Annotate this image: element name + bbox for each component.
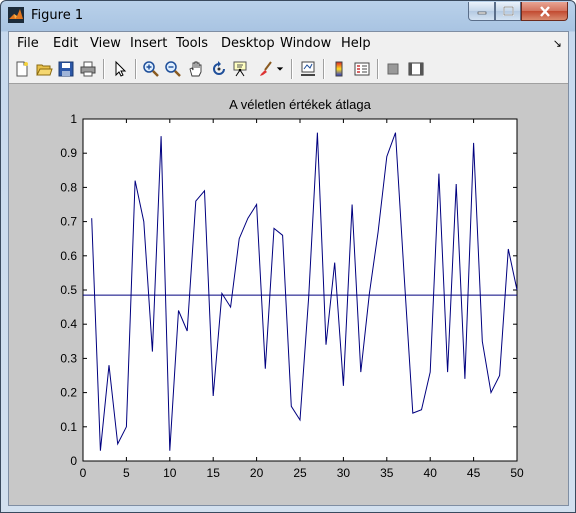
- y-tick-label: 0.1: [60, 420, 77, 434]
- x-tick-label: 25: [293, 466, 307, 480]
- y-tick-label: 0.7: [60, 215, 77, 229]
- brush-dropdown-chevron-icon[interactable]: [274, 59, 286, 79]
- menu-file[interactable]: File: [17, 36, 39, 51]
- figure-client-area: File Edit View Insert Tools Desktop Wind…: [8, 31, 569, 506]
- y-tick-label: 0.8: [60, 180, 77, 194]
- legend-icon[interactable]: [352, 59, 372, 79]
- y-tick-label: 0.6: [60, 249, 77, 263]
- y-tick-label: 0.3: [60, 351, 77, 365]
- figure-toolbar: [9, 55, 568, 84]
- menu-edit[interactable]: Edit: [53, 36, 78, 51]
- menu-window[interactable]: Window: [280, 36, 331, 51]
- close-button[interactable]: [521, 2, 568, 21]
- x-tick-label: 45: [467, 466, 481, 480]
- toolbar-separator: [291, 59, 293, 79]
- y-tick-label: 0: [70, 454, 77, 468]
- y-tick-label: 1: [70, 112, 77, 126]
- x-tick-label: 10: [163, 466, 177, 480]
- title-bar[interactable]: Figure 1: [1, 1, 575, 31]
- zoom-out-icon[interactable]: [163, 59, 183, 79]
- figure-window: Figure 1 File Edit View Insert Tools Des…: [0, 0, 576, 513]
- colorbar-icon[interactable]: [329, 59, 349, 79]
- maximize-button[interactable]: [495, 2, 521, 21]
- zoom-in-icon[interactable]: [141, 59, 161, 79]
- menu-bar: File Edit View Insert Tools Desktop Wind…: [9, 32, 568, 55]
- data-cursor-icon[interactable]: [231, 59, 251, 79]
- menu-tools[interactable]: Tools: [176, 36, 208, 51]
- open-file-icon[interactable]: [34, 59, 54, 79]
- pan-hand-icon[interactable]: [186, 59, 206, 79]
- rotate-3d-icon[interactable]: [209, 59, 229, 79]
- menu-view[interactable]: View: [90, 36, 121, 51]
- chart-title: A véletlen értékek átlaga: [229, 97, 371, 112]
- window-title: Figure 1: [31, 8, 84, 23]
- x-tick-label: 5: [123, 466, 130, 480]
- y-tick-label: 0.2: [60, 386, 77, 400]
- toolbar-separator: [323, 59, 325, 79]
- x-tick-label: 50: [510, 466, 524, 480]
- show-plot-tools-icon[interactable]: [406, 59, 426, 79]
- toolbar-separator: [377, 59, 379, 79]
- edit-plot-arrow-icon[interactable]: [110, 59, 130, 79]
- dock-figure-icon[interactable]: ↘: [553, 37, 562, 50]
- hide-plot-tools-icon[interactable]: [383, 59, 403, 79]
- y-tick-label: 0.5: [60, 283, 77, 297]
- y-tick-label: 0.9: [60, 146, 77, 160]
- x-tick-label: 15: [207, 466, 221, 480]
- line-chart: A véletlen értékek átlaga 0 5 10 15 20 25 30 35…: [60, 97, 524, 480]
- print-icon[interactable]: [78, 59, 98, 79]
- figure-canvas: A véletlen értékek átlaga 0 5 10 15 20 25 30 35…: [9, 84, 568, 505]
- minimize-icon: [477, 11, 486, 15]
- minimize-button[interactable]: [468, 2, 495, 21]
- save-icon[interactable]: [56, 59, 76, 79]
- close-icon: [539, 5, 550, 17]
- menu-help[interactable]: Help: [341, 36, 371, 51]
- brush-icon[interactable]: [256, 59, 276, 79]
- x-tick-label: 30: [337, 466, 351, 480]
- toolbar-separator: [135, 59, 137, 79]
- new-figure-icon[interactable]: [12, 59, 32, 79]
- link-plot-icon[interactable]: [298, 59, 318, 79]
- toolbar-separator: [103, 59, 105, 79]
- x-tick-label: 35: [380, 466, 394, 480]
- matlab-logo-icon: [8, 7, 24, 23]
- menu-desktop[interactable]: Desktop: [221, 36, 275, 51]
- maximize-icon: [502, 6, 514, 16]
- menu-insert[interactable]: Insert: [130, 36, 167, 51]
- y-tick-label: 0.4: [60, 317, 77, 331]
- x-tick-label: 40: [424, 466, 438, 480]
- x-tick-label: 20: [250, 466, 264, 480]
- x-tick-label: 0: [80, 466, 87, 480]
